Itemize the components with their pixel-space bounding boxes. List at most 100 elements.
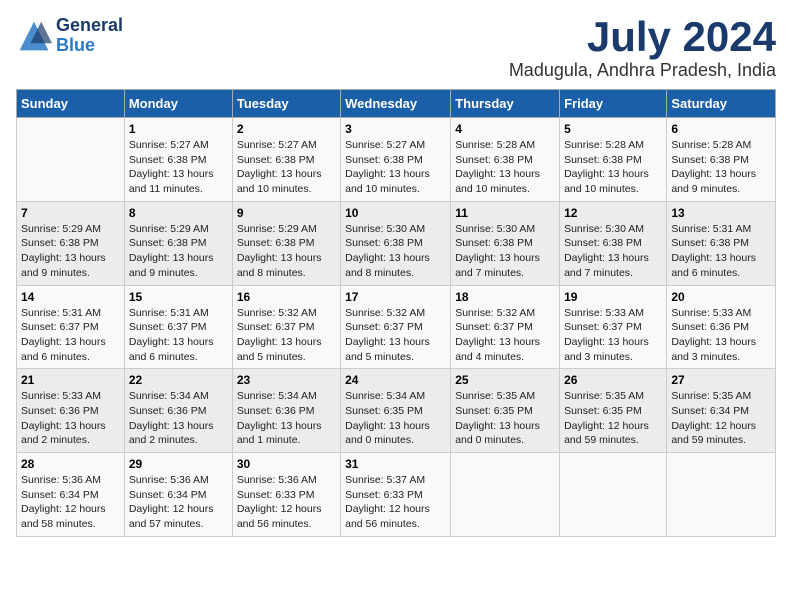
- day-info: Sunrise: 5:37 AM Sunset: 6:33 PM Dayligh…: [345, 473, 446, 532]
- day-cell: [17, 118, 125, 202]
- day-cell: [451, 453, 560, 537]
- day-info: Sunrise: 5:28 AM Sunset: 6:38 PM Dayligh…: [455, 138, 555, 197]
- day-cell: 14 Sunrise: 5:31 AM Sunset: 6:37 PM Dayli…: [17, 285, 125, 369]
- location-title: Madugula, Andhra Pradesh, India: [509, 60, 776, 81]
- logo: General Blue: [16, 16, 123, 56]
- day-info: Sunrise: 5:27 AM Sunset: 6:38 PM Dayligh…: [237, 138, 336, 197]
- day-cell: 8 Sunrise: 5:29 AM Sunset: 6:38 PM Daylig…: [124, 201, 232, 285]
- day-number: 31: [345, 457, 446, 471]
- day-number: 15: [129, 290, 228, 304]
- day-info: Sunrise: 5:36 AM Sunset: 6:33 PM Dayligh…: [237, 473, 336, 532]
- day-number: 13: [671, 206, 771, 220]
- week-row-4: 21 Sunrise: 5:33 AM Sunset: 6:36 PM Dayli…: [17, 369, 776, 453]
- day-number: 12: [564, 206, 662, 220]
- day-cell: 2 Sunrise: 5:27 AM Sunset: 6:38 PM Daylig…: [232, 118, 340, 202]
- day-number: 11: [455, 206, 555, 220]
- day-cell: 30 Sunrise: 5:36 AM Sunset: 6:33 PM Dayli…: [232, 453, 340, 537]
- day-number: 20: [671, 290, 771, 304]
- day-number: 3: [345, 122, 446, 136]
- day-info: Sunrise: 5:28 AM Sunset: 6:38 PM Dayligh…: [564, 138, 662, 197]
- day-cell: 28 Sunrise: 5:36 AM Sunset: 6:34 PM Dayli…: [17, 453, 125, 537]
- day-number: 26: [564, 373, 662, 387]
- day-number: 30: [237, 457, 336, 471]
- page-header: General Blue July 2024 Madugula, Andhra …: [16, 16, 776, 81]
- calendar-header-row: SundayMondayTuesdayWednesdayThursdayFrid…: [17, 90, 776, 118]
- day-cell: 9Sunrise: 5:29 AM Sunset: 6:38 PM Daylig…: [232, 201, 340, 285]
- column-header-tuesday: Tuesday: [232, 90, 340, 118]
- day-info: Sunrise: 5:34 AM Sunset: 6:36 PM Dayligh…: [129, 389, 228, 448]
- column-header-monday: Monday: [124, 90, 232, 118]
- month-title: July 2024: [509, 16, 776, 58]
- week-row-5: 28 Sunrise: 5:36 AM Sunset: 6:34 PM Dayli…: [17, 453, 776, 537]
- day-info: Sunrise: 5:32 AM Sunset: 6:37 PM Dayligh…: [237, 306, 336, 365]
- day-cell: 20 Sunrise: 5:33 AM Sunset: 6:36 PM Dayli…: [667, 285, 776, 369]
- logo-icon: [16, 18, 52, 54]
- day-cell: 4 Sunrise: 5:28 AM Sunset: 6:38 PM Daylig…: [451, 118, 560, 202]
- day-number: 8: [129, 206, 228, 220]
- day-number: 23: [237, 373, 336, 387]
- day-info: Sunrise: 5:33 AM Sunset: 6:36 PM Dayligh…: [21, 389, 120, 448]
- day-info: Sunrise: 5:36 AM Sunset: 6:34 PM Dayligh…: [21, 473, 120, 532]
- day-cell: 23 Sunrise: 5:34 AM Sunset: 6:36 PM Dayli…: [232, 369, 340, 453]
- day-number: 16: [237, 290, 336, 304]
- day-number: 29: [129, 457, 228, 471]
- day-cell: 22 Sunrise: 5:34 AM Sunset: 6:36 PM Dayli…: [124, 369, 232, 453]
- calendar-table: SundayMondayTuesdayWednesdayThursdayFrid…: [16, 89, 776, 537]
- day-info: Sunrise: 5:35 AM Sunset: 6:35 PM Dayligh…: [564, 389, 662, 448]
- day-cell: 12 Sunrise: 5:30 AM Sunset: 6:38 PM Dayli…: [560, 201, 667, 285]
- title-block: July 2024 Madugula, Andhra Pradesh, Indi…: [509, 16, 776, 81]
- day-cell: 13Sunrise: 5:31 AM Sunset: 6:38 PM Dayli…: [667, 201, 776, 285]
- day-number: 21: [21, 373, 120, 387]
- day-cell: 1Sunrise: 5:27 AM Sunset: 6:38 PM Daylig…: [124, 118, 232, 202]
- day-number: 17: [345, 290, 446, 304]
- day-number: 18: [455, 290, 555, 304]
- column-header-wednesday: Wednesday: [341, 90, 451, 118]
- day-number: 22: [129, 373, 228, 387]
- day-cell: 16 Sunrise: 5:32 AM Sunset: 6:37 PM Dayli…: [232, 285, 340, 369]
- day-cell: 31 Sunrise: 5:37 AM Sunset: 6:33 PM Dayli…: [341, 453, 451, 537]
- day-cell: 3 Sunrise: 5:27 AM Sunset: 6:38 PM Daylig…: [341, 118, 451, 202]
- day-info: Sunrise: 5:33 AM Sunset: 6:37 PM Dayligh…: [564, 306, 662, 365]
- day-info: Sunrise: 5:29 AM Sunset: 6:38 PM Dayligh…: [21, 222, 120, 281]
- logo-text-general: General Blue: [56, 16, 123, 56]
- day-info: Sunrise: 5:34 AM Sunset: 6:36 PM Dayligh…: [237, 389, 336, 448]
- day-number: 5: [564, 122, 662, 136]
- day-number: 19: [564, 290, 662, 304]
- column-header-saturday: Saturday: [667, 90, 776, 118]
- week-row-1: 1Sunrise: 5:27 AM Sunset: 6:38 PM Daylig…: [17, 118, 776, 202]
- day-info: Sunrise: 5:31 AM Sunset: 6:37 PM Dayligh…: [21, 306, 120, 365]
- day-cell: 7 Sunrise: 5:29 AM Sunset: 6:38 PM Daylig…: [17, 201, 125, 285]
- day-cell: 21 Sunrise: 5:33 AM Sunset: 6:36 PM Dayli…: [17, 369, 125, 453]
- day-info: Sunrise: 5:30 AM Sunset: 6:38 PM Dayligh…: [455, 222, 555, 281]
- day-info: Sunrise: 5:32 AM Sunset: 6:37 PM Dayligh…: [455, 306, 555, 365]
- day-info: Sunrise: 5:27 AM Sunset: 6:38 PM Dayligh…: [345, 138, 446, 197]
- day-number: 10: [345, 206, 446, 220]
- day-info: Sunrise: 5:31 AM Sunset: 6:37 PM Dayligh…: [129, 306, 228, 365]
- day-cell: 18 Sunrise: 5:32 AM Sunset: 6:37 PM Dayli…: [451, 285, 560, 369]
- day-info: Sunrise: 5:35 AM Sunset: 6:35 PM Dayligh…: [455, 389, 555, 448]
- week-row-2: 7 Sunrise: 5:29 AM Sunset: 6:38 PM Daylig…: [17, 201, 776, 285]
- day-number: 28: [21, 457, 120, 471]
- day-cell: 15 Sunrise: 5:31 AM Sunset: 6:37 PM Dayli…: [124, 285, 232, 369]
- day-cell: [560, 453, 667, 537]
- day-number: 7: [21, 206, 120, 220]
- day-cell: 19 Sunrise: 5:33 AM Sunset: 6:37 PM Dayli…: [560, 285, 667, 369]
- day-number: 9: [237, 206, 336, 220]
- column-header-thursday: Thursday: [451, 90, 560, 118]
- day-cell: [667, 453, 776, 537]
- day-info: Sunrise: 5:28 AM Sunset: 6:38 PM Dayligh…: [671, 138, 771, 197]
- week-row-3: 14 Sunrise: 5:31 AM Sunset: 6:37 PM Dayli…: [17, 285, 776, 369]
- day-number: 4: [455, 122, 555, 136]
- column-header-sunday: Sunday: [17, 90, 125, 118]
- day-cell: 24Sunrise: 5:34 AM Sunset: 6:35 PM Dayli…: [341, 369, 451, 453]
- day-info: Sunrise: 5:35 AM Sunset: 6:34 PM Dayligh…: [671, 389, 771, 448]
- column-header-friday: Friday: [560, 90, 667, 118]
- day-cell: 10Sunrise: 5:30 AM Sunset: 6:38 PM Dayli…: [341, 201, 451, 285]
- day-number: 2: [237, 122, 336, 136]
- day-info: Sunrise: 5:33 AM Sunset: 6:36 PM Dayligh…: [671, 306, 771, 365]
- day-info: Sunrise: 5:29 AM Sunset: 6:38 PM Dayligh…: [129, 222, 228, 281]
- day-info: Sunrise: 5:36 AM Sunset: 6:34 PM Dayligh…: [129, 473, 228, 532]
- day-cell: 17Sunrise: 5:32 AM Sunset: 6:37 PM Dayli…: [341, 285, 451, 369]
- day-info: Sunrise: 5:30 AM Sunset: 6:38 PM Dayligh…: [564, 222, 662, 281]
- day-number: 14: [21, 290, 120, 304]
